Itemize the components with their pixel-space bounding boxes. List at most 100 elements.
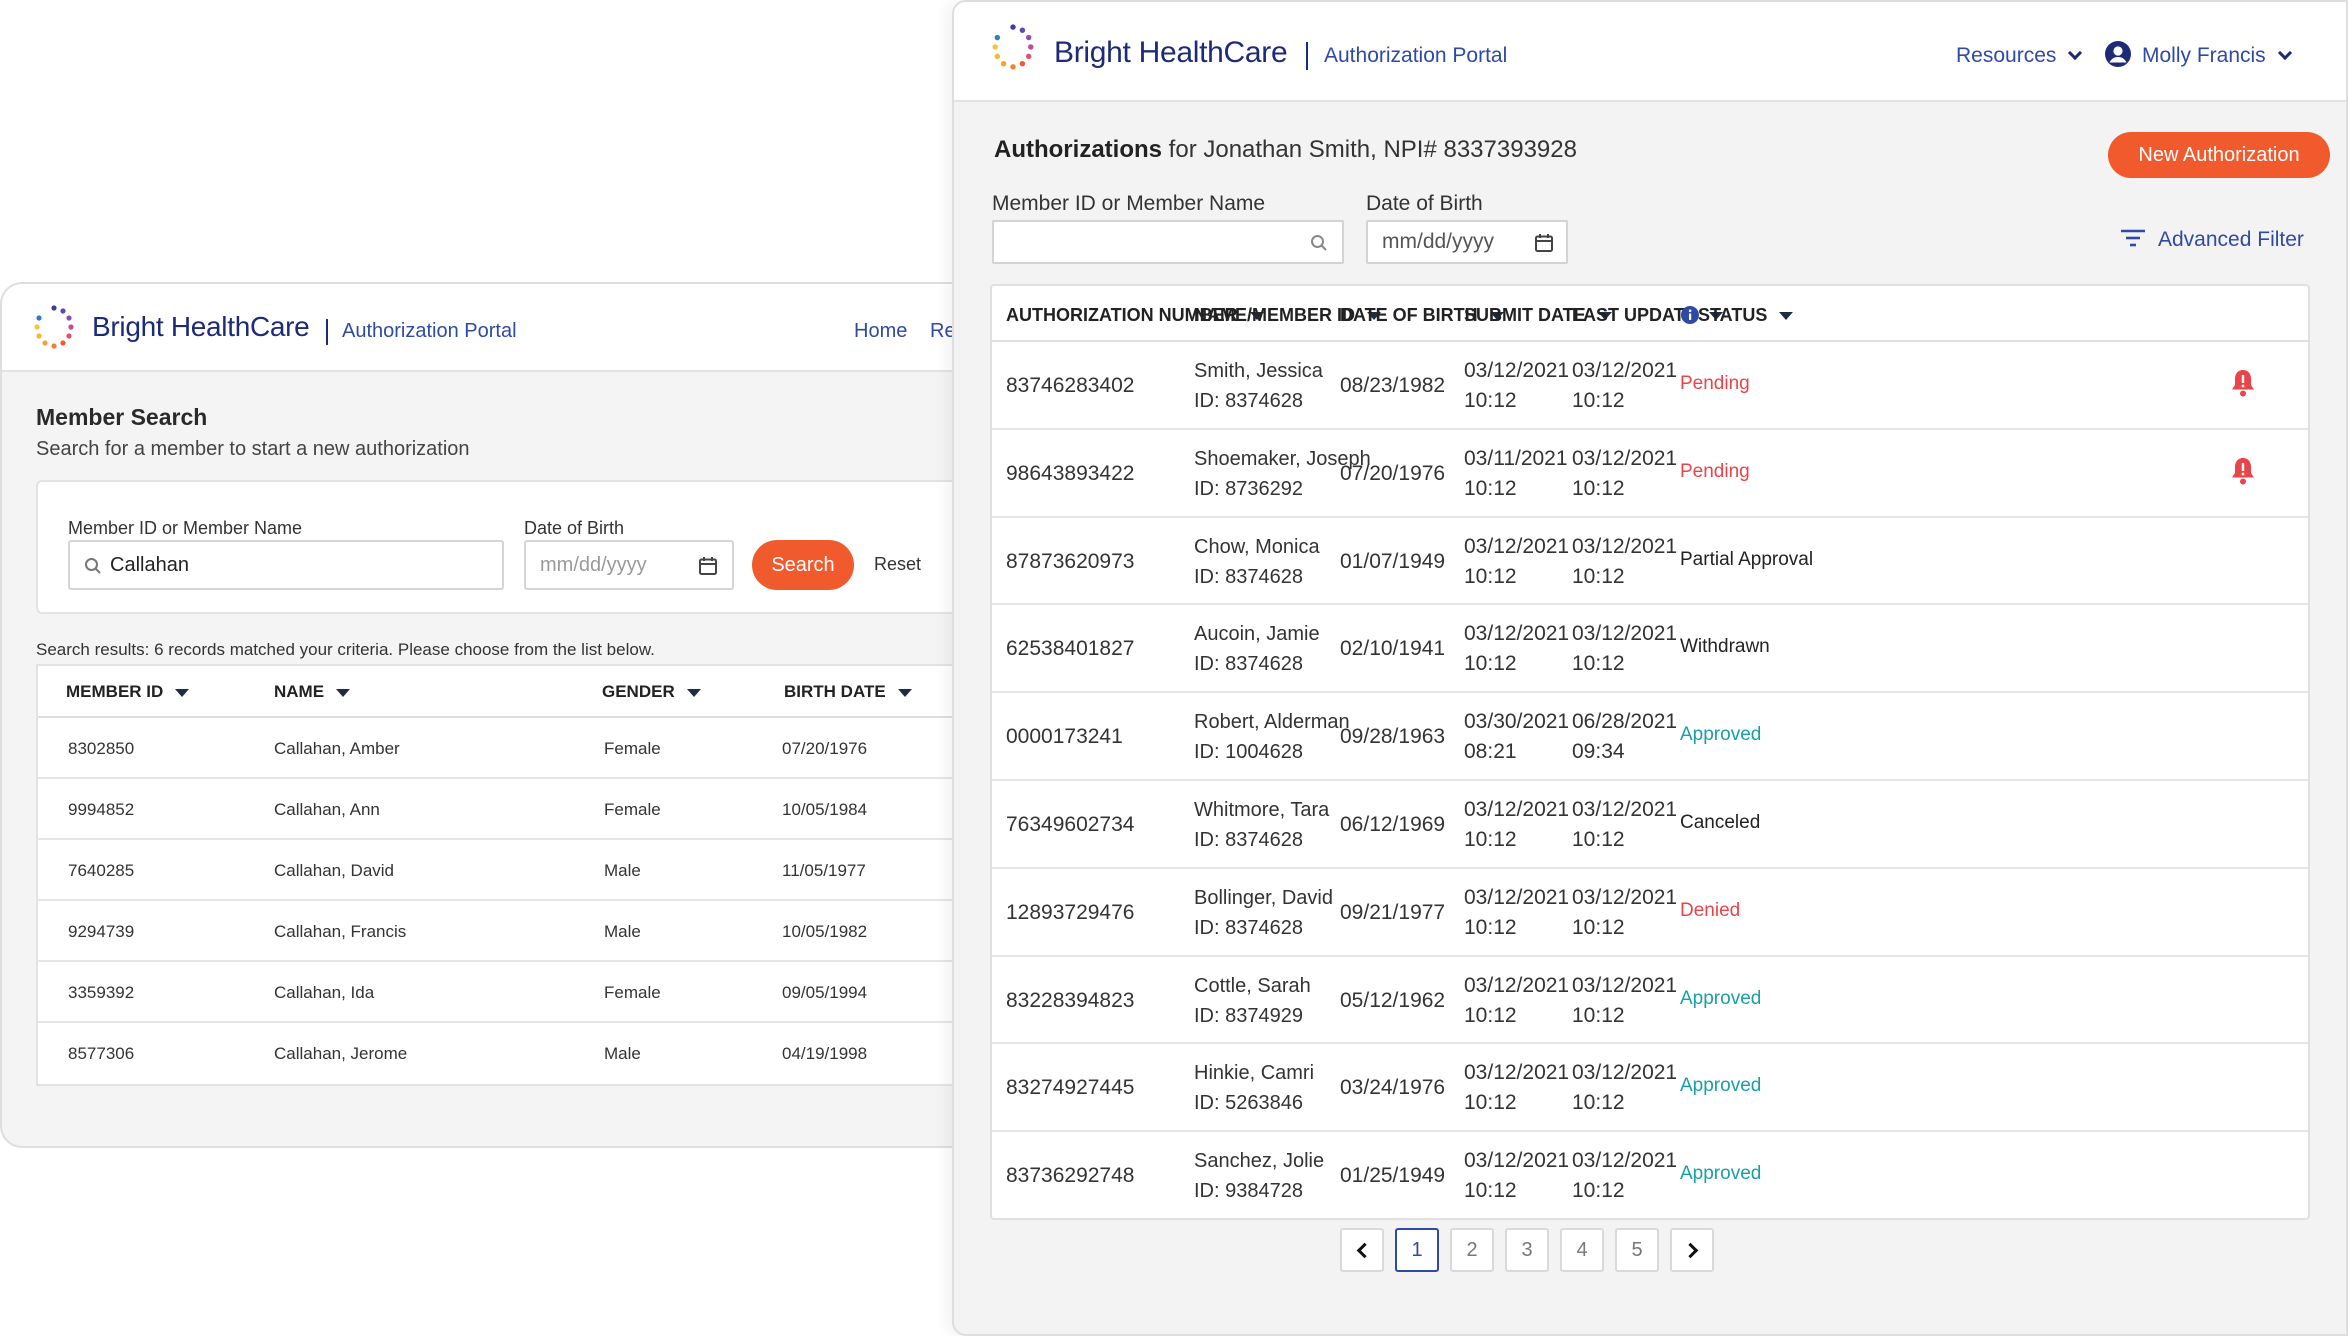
user-name: Molly Francis xyxy=(2142,44,2266,67)
dob-placeholder: mm/dd/yyyy xyxy=(540,553,647,576)
nav-home-link[interactable]: Home xyxy=(854,320,907,343)
last-update: 03/12/2021 10:12 xyxy=(1572,359,1678,412)
authorization-number: 12893729476 xyxy=(1006,900,1135,924)
chevron-down-icon xyxy=(2068,45,2083,61)
submit-date: 03/12/2021 10:12 xyxy=(1464,1061,1570,1115)
page-button-2[interactable]: 2 xyxy=(1450,1228,1494,1272)
alert-bell-icon[interactable] xyxy=(2230,456,2256,486)
table-row[interactable]: 98643893422 Shoemaker, Joseph ID: 8736292 0… xyxy=(992,430,2308,518)
date-of-birth: 03/24/1976 xyxy=(1340,1076,1446,1100)
status-label: Pending xyxy=(1680,373,1750,394)
page-button-4[interactable]: 4 xyxy=(1560,1228,1604,1272)
page-button-3[interactable]: 3 xyxy=(1505,1228,1549,1272)
brand-name: Bright HealthCare xyxy=(1054,36,1288,69)
table-row[interactable]: 62538401827 Aucoin, Jamie ID: 8374628 02/10… xyxy=(992,605,2308,694)
date-of-birth: 06/12/1969 xyxy=(1340,812,1446,836)
search-icon xyxy=(85,558,101,574)
member-name: Smith, Jessica ID: 8374628 xyxy=(1194,360,1323,412)
status-label: Approved xyxy=(1680,1075,1762,1097)
table-row[interactable]: 0000173241 Robert, Alderman ID: 1004628 09/… xyxy=(992,693,2308,781)
member-search-input[interactable] xyxy=(992,220,1344,264)
table-row[interactable]: 87873620973 Chow, Monica ID: 8374628 01/07/… xyxy=(992,518,2308,606)
table-row[interactable]: 12893729476 Bollinger, David ID: 8374628 09… xyxy=(992,869,2308,957)
table-row[interactable]: 8302850 Callahan, Amber Female 07/20/1976 xyxy=(38,718,958,779)
table-row[interactable]: 83746283402 Smith, Jessica ID: 8374628 08/2… xyxy=(992,342,2308,430)
resources-label: Resources xyxy=(1956,44,2057,67)
right-header: Bright HealthCare Authorization Portal R… xyxy=(954,2,2346,102)
date-of-birth: 05/12/1962 xyxy=(1340,988,1446,1012)
last-update: 03/12/2021 10:12 xyxy=(1572,622,1678,676)
table-row[interactable]: 9994852 Callahan, Ann Female 10/05/1984 xyxy=(38,779,958,840)
member-name: Cottle, Sarah ID: 8374929 xyxy=(1194,974,1311,1027)
reset-link[interactable]: Reset xyxy=(874,554,921,575)
col-status[interactable]: STATUS xyxy=(1698,305,1794,326)
table-row[interactable]: 7640285 Callahan, David Male 11/05/1977 xyxy=(38,840,958,901)
table-row[interactable]: 76349602734 Whitmore, Tara ID: 8374628 06/1… xyxy=(992,781,2308,869)
status-label: Withdrawn xyxy=(1680,636,1770,658)
member-search-window: Bright HealthCare Authorization Portal H… xyxy=(0,282,958,1148)
member-name: Bollinger, David ID: 8374628 xyxy=(1194,886,1333,939)
calendar-icon[interactable] xyxy=(698,556,718,576)
portal-name: Authorization Portal xyxy=(1324,44,1508,67)
brand-logo-icon xyxy=(34,305,74,349)
member-search-input[interactable]: Callahan xyxy=(68,540,504,590)
portal-name: Authorization Portal xyxy=(342,320,517,342)
table-row[interactable]: 8577306 Callahan, Jerome Male 04/19/1998 xyxy=(38,1023,958,1084)
col-birth-date[interactable]: BIRTH DATE xyxy=(784,682,912,702)
dob-input[interactable]: mm/dd/yyyy xyxy=(1366,220,1568,264)
member-name: Sanchez, Jolie ID: 9384728 xyxy=(1194,1150,1325,1203)
chevron-right-icon xyxy=(1682,1242,1698,1258)
page-title: Member Search xyxy=(36,404,208,430)
table-header: MEMBER ID NAME GENDER BIRTH DATE xyxy=(38,666,958,718)
info-icon[interactable] xyxy=(1680,305,1700,325)
table-row[interactable]: 9294739 Callahan, Francis Male 10/05/1982 xyxy=(38,901,958,962)
member-name: Hinkie, Camri ID: 5263846 xyxy=(1194,1062,1315,1115)
table-row[interactable]: 3359392 Callahan, Ida Female 09/05/1994 xyxy=(38,962,958,1023)
member-field-label: Member ID or Member Name xyxy=(992,192,1266,215)
submit-date: 03/11/2021 10:12 xyxy=(1464,446,1568,500)
date-of-birth: 09/28/1963 xyxy=(1340,725,1446,749)
last-update: 03/12/2021 10:12 xyxy=(1572,534,1678,588)
col-member-id[interactable]: MEMBER ID xyxy=(66,682,190,702)
brand-name: Bright HealthCare xyxy=(92,311,310,342)
resources-menu[interactable]: Resources xyxy=(1956,44,2083,68)
table-header: AUTHORIZATION NUMBER NAME/MEMBER ID DATE… xyxy=(992,286,2308,342)
authorizations-window: Bright HealthCare Authorization Portal R… xyxy=(952,0,2348,1336)
advanced-filter-link[interactable]: Advanced Filter xyxy=(2158,228,2304,252)
left-header: Bright HealthCare Authorization Portal H… xyxy=(2,284,958,372)
date-of-birth: 02/10/1941 xyxy=(1340,637,1446,661)
new-authorization-button[interactable]: New Authorization xyxy=(2108,132,2330,178)
authorization-number: 0000173241 xyxy=(1006,725,1123,749)
search-button[interactable]: Search xyxy=(752,540,854,590)
alert-bell-icon[interactable] xyxy=(2230,368,2256,398)
page-button-5[interactable]: 5 xyxy=(1615,1228,1659,1272)
page-button-1[interactable]: 1 xyxy=(1395,1228,1439,1272)
col-name[interactable]: NAME xyxy=(274,682,351,702)
brand-divider xyxy=(326,319,328,345)
submit-date: 03/12/2021 10:12 xyxy=(1464,885,1570,939)
calendar-icon[interactable] xyxy=(1534,233,1554,253)
filter-icon[interactable] xyxy=(2120,228,2146,248)
page-next-button[interactable] xyxy=(1670,1228,1714,1272)
authorization-number: 83736292748 xyxy=(1006,1164,1135,1188)
submit-date: 03/12/2021 10:12 xyxy=(1464,622,1570,676)
member-results-table: MEMBER ID NAME GENDER BIRTH DATE 8302850… xyxy=(36,664,958,1086)
chevron-left-icon xyxy=(1356,1242,1372,1258)
last-update: 03/12/2021 10:12 xyxy=(1572,446,1678,500)
table-row[interactable]: 83228394823 Cottle, Sarah ID: 8374929 05/12… xyxy=(992,957,2308,1045)
submit-date: 03/12/2021 10:12 xyxy=(1464,359,1570,412)
table-row[interactable]: 83736292748 Sanchez, Jolie ID: 9384728 01/2… xyxy=(992,1132,2308,1220)
col-gender[interactable]: GENDER xyxy=(602,682,701,702)
user-avatar-icon[interactable] xyxy=(2104,40,2132,68)
sort-caret-icon xyxy=(686,688,701,697)
page-prev-button[interactable] xyxy=(1340,1228,1384,1272)
user-menu[interactable]: Molly Francis xyxy=(2142,44,2292,68)
table-row[interactable]: 83274927445 Hinkie, Camri ID: 5263846 03/24… xyxy=(992,1044,2308,1133)
brand-logo-icon xyxy=(992,24,1034,70)
chevron-down-icon xyxy=(2277,45,2292,61)
table-body: 83746283402 Smith, Jessica ID: 8374628 08/2… xyxy=(992,342,2308,1220)
page-title: Authorizations for Jonathan Smith, NPI# … xyxy=(994,136,1577,163)
authorization-number: 76349602734 xyxy=(1006,812,1135,836)
dob-input[interactable]: mm/dd/yyyy xyxy=(524,540,734,590)
submit-date: 03/12/2021 10:12 xyxy=(1464,973,1570,1027)
